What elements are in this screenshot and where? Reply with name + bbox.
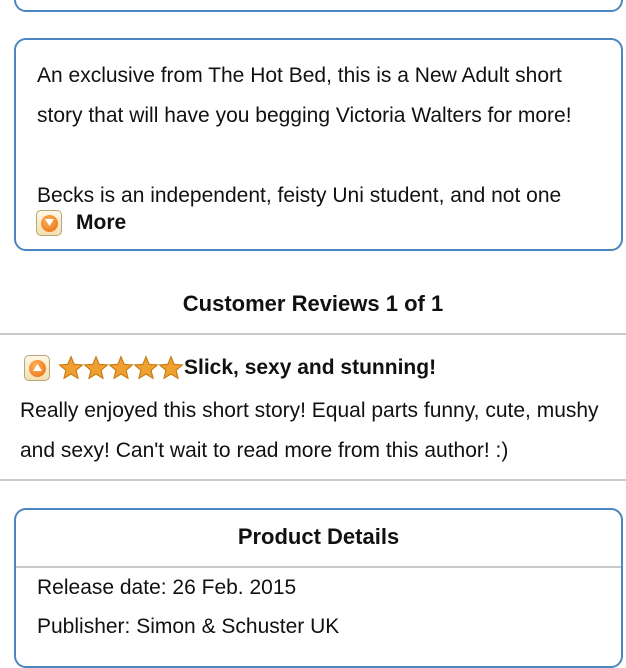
publisher: Publisher: Simon & Schuster UK: [37, 615, 340, 638]
reviews-heading: Customer Reviews 1 of 1: [182, 291, 444, 316]
description-panel: An exclusive from The Hot Bed, this is a…: [14, 38, 623, 251]
star-icon: [133, 355, 159, 380]
divider: [0, 479, 626, 481]
chevron-down-icon: [40, 214, 58, 232]
chevron-up-icon: [28, 359, 46, 377]
star-icon: [158, 355, 184, 380]
star-rating: [58, 355, 184, 381]
description-paragraph: An exclusive from The Hot Bed, this is a…: [37, 64, 572, 127]
collapse-toggle[interactable]: [24, 355, 50, 381]
previous-panel: [14, 0, 623, 12]
description-text: An exclusive from The Hot Bed, this is a…: [37, 56, 607, 216]
product-details-panel: Product Details Release date: 26 Feb. 20…: [14, 508, 623, 668]
release-date: Release date: 26 Feb. 2015: [37, 576, 297, 599]
star-icon: [108, 355, 134, 380]
more-button[interactable]: More: [36, 208, 126, 238]
star-icon: [83, 355, 109, 380]
product-details-title: Product Details: [237, 524, 400, 549]
divider: [16, 566, 621, 568]
more-label: More: [76, 211, 127, 234]
review-body: Really enjoyed this short story! Equal p…: [20, 399, 599, 462]
review-header: Slick, sexy and stunning!: [24, 352, 436, 384]
review-title: Slick, sexy and stunning!: [184, 356, 437, 379]
star-icon: [58, 355, 84, 380]
expand-toggle[interactable]: [36, 210, 62, 236]
divider: [0, 333, 626, 335]
